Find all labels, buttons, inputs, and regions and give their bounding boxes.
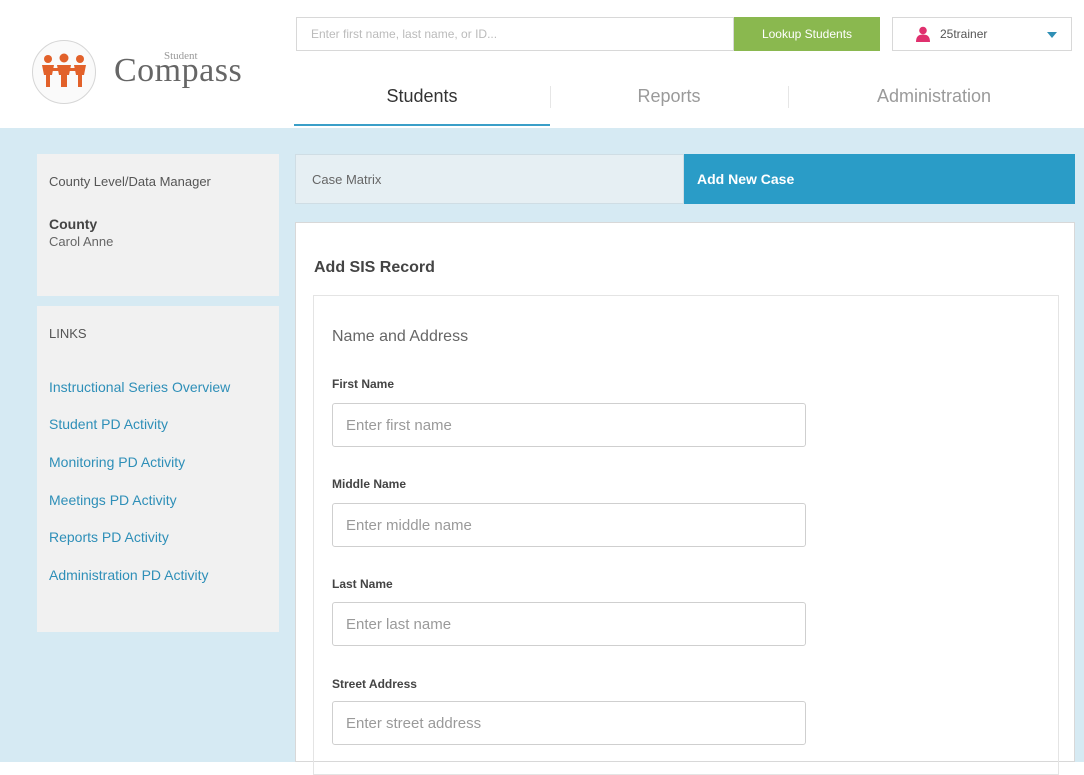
nav-tab-administration[interactable]: Administration <box>789 72 1079 126</box>
street-address-field[interactable] <box>332 701 806 745</box>
username: 25trainer <box>940 27 988 41</box>
link-reports-pd-activity[interactable]: Reports PD Activity <box>49 529 169 545</box>
user-full-name: Carol Anne <box>49 234 114 249</box>
user-role: County Level/Data Manager <box>49 174 211 189</box>
last-name-label: Last Name <box>332 577 393 591</box>
user-menu-dropdown[interactable]: 25trainer <box>892 17 1072 51</box>
link-administration-pd-activity[interactable]: Administration PD Activity <box>49 567 209 583</box>
lookup-students-button[interactable]: Lookup Students <box>734 17 880 51</box>
tab-add-new-case[interactable]: Add New Case <box>684 154 1075 204</box>
family-figures-icon <box>42 53 86 87</box>
user-icon <box>916 26 930 42</box>
header: Student Compass Lookup Students 25traine… <box>0 0 1084 128</box>
last-name-field[interactable] <box>332 602 806 646</box>
logo-wordmark: Compass <box>114 52 243 89</box>
middle-name-field[interactable] <box>332 503 806 547</box>
link-monitoring-pd-activity[interactable]: Monitoring PD Activity <box>49 454 185 470</box>
links-heading: LINKS <box>49 326 87 341</box>
link-instructional-series-overview[interactable]: Instructional Series Overview <box>49 379 230 395</box>
user-organization: County <box>49 216 98 232</box>
add-sis-record-panel: Add SIS Record Name and Address First Na… <box>295 222 1075 775</box>
main-nav: Students Reports Administration <box>294 72 1084 128</box>
case-tabs: Case Matrix Add New Case <box>295 154 1075 204</box>
first-name-field[interactable] <box>332 403 806 447</box>
tab-case-matrix[interactable]: Case Matrix <box>295 154 684 204</box>
links-card: LINKS Instructional Series Overview Stud… <box>37 306 279 632</box>
chevron-down-icon <box>1047 32 1057 38</box>
middle-name-label: Middle Name <box>332 477 407 491</box>
name-address-section: Name and Address First Name Middle Name … <box>313 295 1059 775</box>
student-search-input[interactable] <box>296 17 734 51</box>
nav-tab-reports[interactable]: Reports <box>551 72 787 126</box>
nav-tab-students[interactable]: Students <box>294 72 550 126</box>
panel-title: Add SIS Record <box>314 259 435 276</box>
link-student-pd-activity[interactable]: Student PD Activity <box>49 416 168 432</box>
first-name-label: First Name <box>332 377 395 391</box>
section-title: Name and Address <box>332 328 469 345</box>
student-compass-logo[interactable]: Student Compass <box>30 38 260 108</box>
user-info-card: County Level/Data Manager County Carol A… <box>37 154 279 296</box>
street-address-label: Street Address <box>332 677 417 691</box>
link-meetings-pd-activity[interactable]: Meetings PD Activity <box>49 492 177 508</box>
